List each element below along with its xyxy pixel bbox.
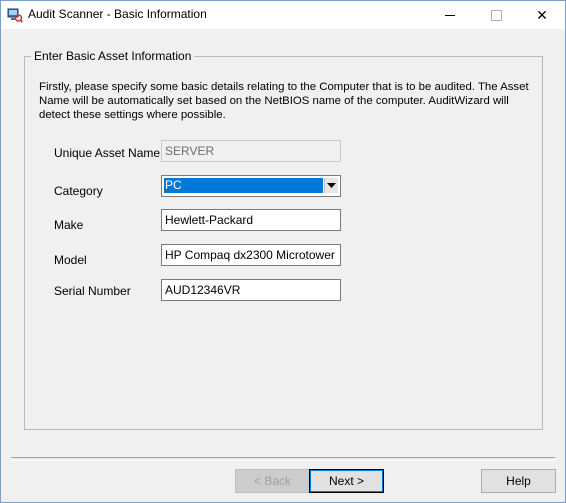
category-label: Category: [54, 184, 103, 198]
model-label: Model: [54, 253, 87, 267]
make-input[interactable]: Hewlett-Packard: [161, 209, 341, 231]
button-separator: [11, 457, 555, 461]
title-bar[interactable]: Audit Scanner - Basic Information ✕: [1, 1, 565, 29]
close-icon: ✕: [536, 6, 548, 23]
audit-scanner-app-icon: [7, 7, 24, 23]
category-select[interactable]: PC: [161, 175, 341, 197]
minimize-button[interactable]: [427, 1, 473, 29]
minimize-icon: [445, 14, 455, 16]
maximize-icon: [490, 9, 502, 21]
back-button[interactable]: < Back: [235, 469, 310, 493]
intro-text: Firstly, please specify some basic detai…: [39, 81, 529, 121]
asset-name-field: SERVER: [161, 140, 341, 162]
serial-number-label: Serial Number: [54, 284, 131, 298]
dropdown-arrow-icon[interactable]: [324, 178, 338, 193]
maximize-button[interactable]: [473, 1, 519, 29]
make-label: Make: [54, 218, 84, 232]
model-input[interactable]: HP Compaq dx2300 Microtower: [161, 244, 341, 266]
serial-number-input[interactable]: AUD12346VR: [161, 279, 341, 301]
groupbox-legend: Enter Basic Asset Information: [31, 49, 195, 63]
window-title: Audit Scanner - Basic Information: [28, 7, 207, 21]
help-button[interactable]: Help: [481, 469, 556, 493]
asset-name-label: Unique Asset Name: [54, 146, 161, 160]
category-selected-value: PC: [164, 178, 323, 193]
dialog-window: Audit Scanner - Basic Information ✕ Ente…: [0, 0, 566, 503]
close-button[interactable]: ✕: [519, 1, 565, 29]
next-button[interactable]: Next >: [309, 469, 384, 493]
